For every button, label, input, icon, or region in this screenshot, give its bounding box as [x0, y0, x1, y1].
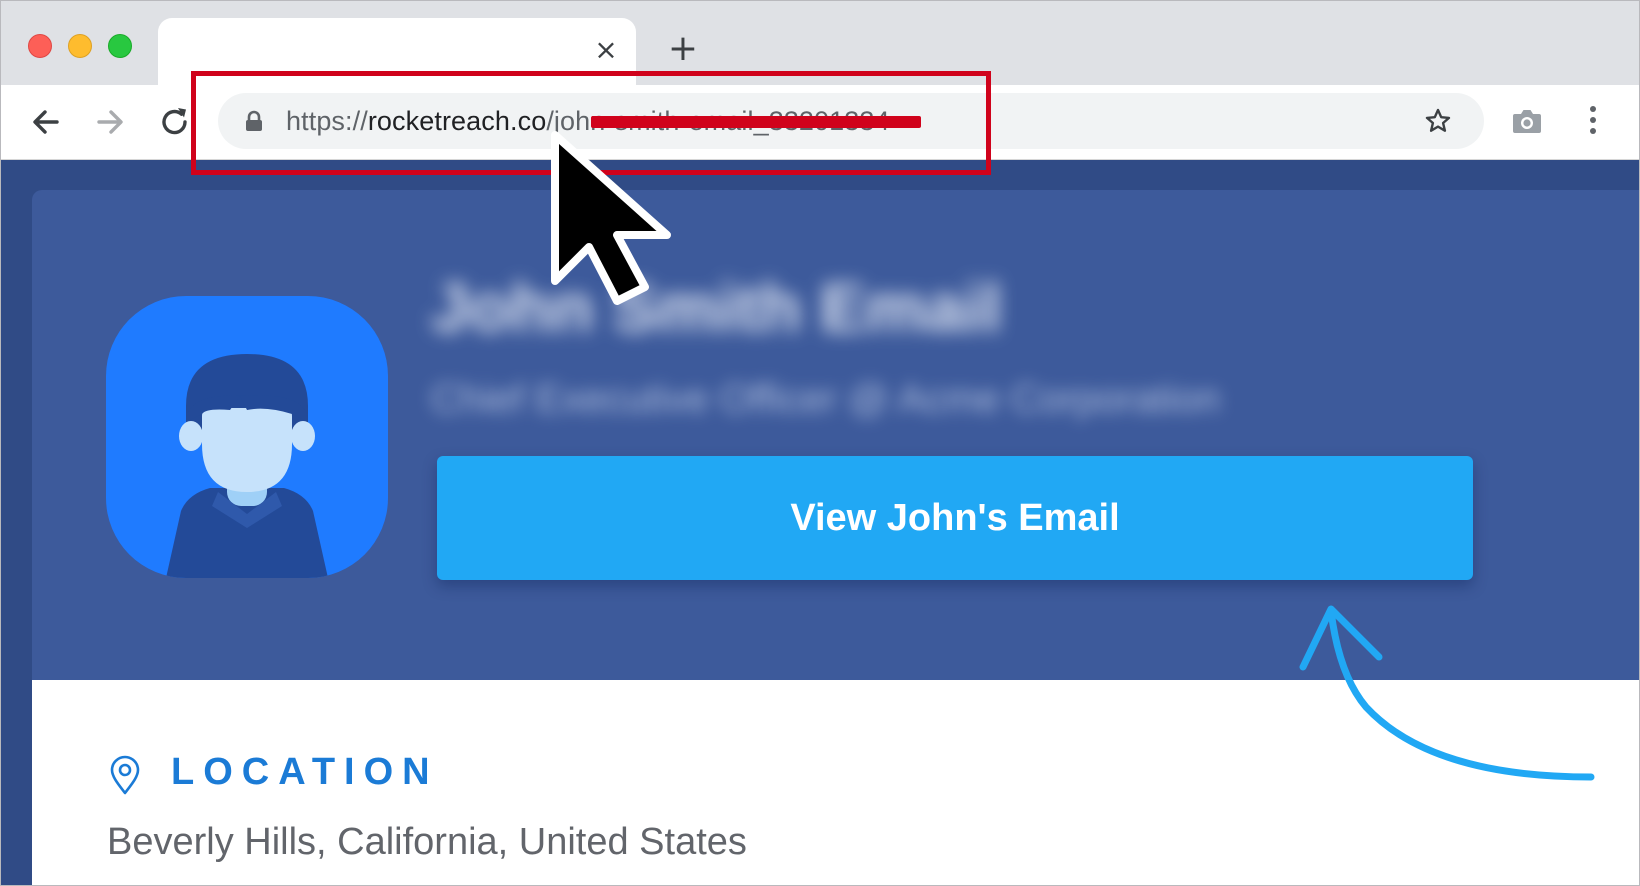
close-window-button[interactable] [28, 34, 52, 58]
reload-icon[interactable] [156, 103, 194, 141]
profile-title: Chief Executive Officer @ Acme Corporati… [431, 377, 1221, 421]
forward-arrow-icon[interactable] [91, 103, 129, 141]
view-email-button[interactable]: View John's Email [437, 456, 1473, 580]
url-redaction-bar [591, 116, 921, 128]
star-icon[interactable] [1424, 107, 1452, 135]
more-menu-icon[interactable] [1585, 103, 1601, 139]
browser-window: × + https://rocketreach.co/john-smith-em… [0, 0, 1640, 886]
back-arrow-icon[interactable] [27, 103, 65, 141]
zoom-window-button[interactable] [108, 34, 132, 58]
location-value: Beverly Hills, California, United States [107, 821, 747, 863]
person-icon [166, 354, 328, 578]
minimize-window-button[interactable] [68, 34, 92, 58]
camera-icon[interactable] [1511, 107, 1543, 135]
new-tab-button[interactable]: + [665, 31, 701, 67]
profile-name: John Smith Email [431, 270, 1002, 346]
avatar [106, 296, 388, 578]
location-label: LOCATION [171, 751, 439, 793]
annotation-arrow-icon [1299, 605, 1595, 781]
close-tab-icon[interactable]: × [592, 36, 620, 64]
location-pin-icon [110, 755, 140, 795]
mouse-cursor-icon [551, 131, 671, 305]
